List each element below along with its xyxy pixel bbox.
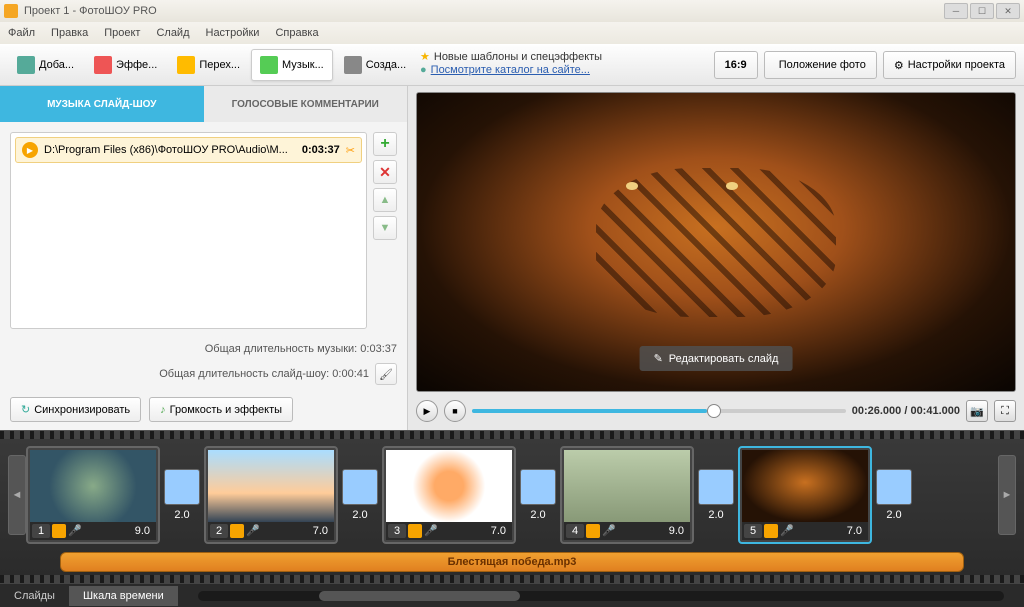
pencil-icon — [52, 524, 66, 538]
move-up-button[interactable]: ▲ — [373, 188, 397, 212]
music-track[interactable]: ▶ D:\Program Files (x86)\ФотоШОУ PRO\Aud… — [15, 137, 362, 163]
project-settings-button[interactable]: ⚙Настройки проекта — [883, 51, 1016, 79]
timeline: ◄ 1🎤9.02.02🎤7.02.03🎤7.02.04🎤9.02.05🎤7.02… — [0, 430, 1024, 583]
timeline-scrollbar[interactable] — [198, 591, 1004, 601]
toolbar-camera-button[interactable]: Доба... — [8, 49, 83, 81]
mic-icon: 🎤 — [246, 524, 260, 538]
menu-edit[interactable]: Правка — [51, 27, 88, 39]
fullscreen-button[interactable]: ⛶ — [994, 400, 1016, 422]
menu-settings[interactable]: Настройки — [206, 27, 260, 39]
menu-slide[interactable]: Слайд — [156, 27, 189, 39]
slide-thumb-5[interactable]: 5🎤7.0 — [738, 446, 872, 544]
edit-slide-button[interactable]: ✎Редактировать слайд — [640, 346, 793, 371]
tab-music[interactable]: МУЗЫКА СЛАЙД-ШОУ — [0, 86, 204, 122]
window-title: Проект 1 - ФотоШОУ PRO — [24, 5, 157, 17]
minimize-button[interactable]: ─ — [944, 3, 968, 19]
sync-icon: ↻ — [21, 403, 30, 416]
playback-time: 00:26.000 / 00:41.000 — [852, 405, 960, 417]
volume-icon: ♪ — [160, 404, 166, 416]
maximize-button[interactable]: ☐ — [970, 3, 994, 19]
mic-icon: 🎤 — [68, 524, 82, 538]
pencil-icon — [408, 524, 422, 538]
track-duration: 0:03:37 — [302, 144, 340, 156]
slide-thumb-2[interactable]: 2🎤7.0 — [204, 446, 338, 544]
toolbar-star-button[interactable]: Перех... — [168, 49, 249, 81]
mic-icon: 🎤 — [424, 524, 438, 538]
music-icon — [260, 56, 278, 74]
toolbar-palette-button[interactable]: Эффе... — [85, 49, 166, 81]
tab-voice[interactable]: ГОЛОСОВЫЕ КОММЕНТАРИИ — [204, 86, 408, 122]
menu-file[interactable]: Файл — [8, 27, 35, 39]
globe-icon: ● — [420, 64, 427, 76]
menu-project[interactable]: Проект — [104, 27, 140, 39]
menubar: Файл Правка Проект Слайд Настройки Справ… — [0, 22, 1024, 44]
pencil-icon: ✎ — [654, 352, 663, 365]
left-panel: МУЗЫКА СЛАЙД-ШОУ ГОЛОСОВЫЕ КОММЕНТАРИИ ▶… — [0, 86, 408, 430]
star-icon: ★ — [420, 50, 430, 63]
pencil-icon — [586, 524, 600, 538]
star-icon — [177, 56, 195, 74]
play-icon[interactable]: ▶ — [22, 142, 38, 158]
music-list: ▶ D:\Program Files (x86)\ФотоШОУ PRO\Aud… — [10, 132, 367, 329]
add-track-button[interactable]: + — [373, 132, 397, 156]
move-down-button[interactable]: ▼ — [373, 216, 397, 240]
playback-slider[interactable] — [472, 409, 846, 413]
toolbar-music-button[interactable]: Музык... — [251, 49, 333, 81]
track-path: D:\Program Files (x86)\ФотоШОУ PRO\Audio… — [44, 144, 296, 156]
palette-icon — [94, 56, 112, 74]
pencil-icon — [230, 524, 244, 538]
mic-icon: 🎤 — [780, 524, 794, 538]
transition-5[interactable] — [876, 469, 912, 505]
transition-2[interactable] — [342, 469, 378, 505]
remove-track-button[interactable]: ✕ — [373, 160, 397, 184]
gear-icon: ⚙ — [894, 59, 904, 72]
mic-icon: 🎤 — [602, 524, 616, 538]
preview-panel: ✎Редактировать слайд ▶ ■ 00:26.000 / 00:… — [408, 86, 1024, 430]
stop-button[interactable]: ■ — [444, 400, 466, 422]
snapshot-button[interactable]: 📷 — [966, 400, 988, 422]
timeline-next-button[interactable]: ► — [998, 455, 1016, 535]
play-button[interactable]: ▶ — [416, 400, 438, 422]
aspect-ratio-button[interactable]: 16:9 — [714, 51, 758, 79]
toolbar-gear-button[interactable]: Созда... — [335, 49, 415, 81]
promo-catalog-link[interactable]: ●Посмотрите каталог на сайте... — [420, 64, 602, 76]
gear-icon — [344, 56, 362, 74]
camera-icon — [17, 56, 35, 74]
transition-3[interactable] — [520, 469, 556, 505]
menu-help[interactable]: Справка — [275, 27, 318, 39]
bottom-tabs: Слайды Шкала времени — [0, 583, 1024, 607]
close-button[interactable]: ✕ — [996, 3, 1020, 19]
slide-thumb-3[interactable]: 3🎤7.0 — [382, 446, 516, 544]
app-icon — [4, 4, 18, 18]
slide-thumb-1[interactable]: 1🎤9.0 — [26, 446, 160, 544]
btab-timeline[interactable]: Шкала времени — [69, 586, 178, 606]
brush-button[interactable]: 🖌 — [375, 363, 397, 385]
sync-button[interactable]: ↻Синхронизировать — [10, 397, 141, 422]
audio-track-bar[interactable]: Блестящая победа.mp3 — [60, 552, 964, 572]
toolbar: Доба...Эффе...Перех...Музык...Созда... ★… — [0, 44, 1024, 86]
timeline-prev-button[interactable]: ◄ — [8, 455, 26, 535]
preview-image: ✎Редактировать слайд — [416, 92, 1016, 392]
pencil-icon — [764, 524, 778, 538]
music-duration-label: Общая длительность музыки: 0:03:37 — [205, 343, 397, 355]
photo-position-button[interactable]: Положение фото — [764, 51, 877, 79]
slide-thumb-4[interactable]: 4🎤9.0 — [560, 446, 694, 544]
volume-effects-button[interactable]: ♪Громкость и эффекты — [149, 397, 293, 422]
transition-1[interactable] — [164, 469, 200, 505]
clip-icon: ✂ — [346, 144, 355, 157]
transition-4[interactable] — [698, 469, 734, 505]
promo-templates: ★Новые шаблоны и спецэффекты — [420, 50, 602, 63]
slideshow-duration-label: Общая длительность слайд-шоу: 0:00:41 — [159, 368, 369, 380]
btab-slides[interactable]: Слайды — [0, 586, 69, 606]
titlebar: Проект 1 - ФотоШОУ PRO ─ ☐ ✕ — [0, 0, 1024, 22]
